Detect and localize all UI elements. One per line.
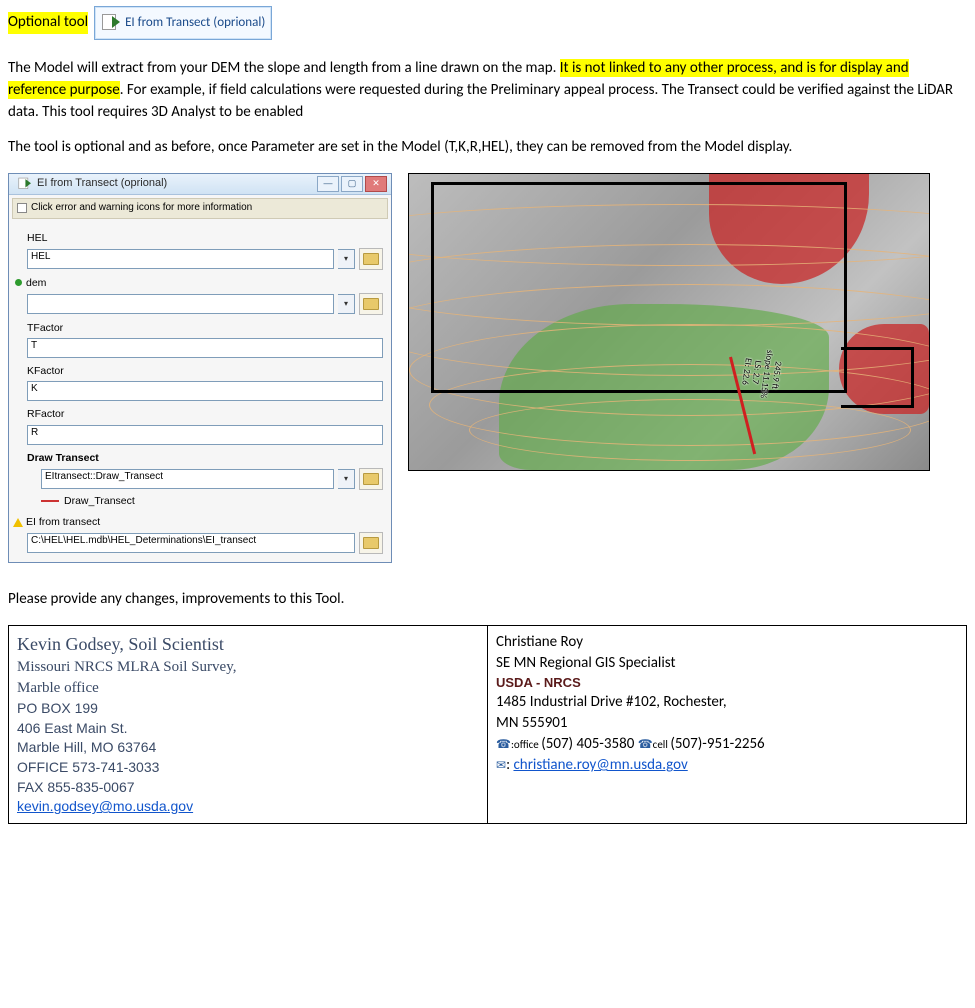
draw-transect-sublabel: Draw_Transect bbox=[64, 494, 135, 509]
ei-from-transect-tool-button[interactable]: EI from Transect (oprional) bbox=[94, 6, 272, 40]
contact-left-org1: Missouri NRCS MLRA Soil Survey, bbox=[17, 657, 479, 678]
dem-input[interactable] bbox=[27, 294, 334, 314]
phone-icon: ☎ bbox=[496, 738, 511, 752]
close-button[interactable]: ✕ bbox=[365, 176, 387, 192]
contact-left-org2: Marble office bbox=[17, 678, 479, 699]
maximize-button[interactable]: ▢ bbox=[341, 176, 363, 192]
optional-tool-label: Optional tool bbox=[8, 12, 88, 34]
contact-right-addr1: 1485 Industrial Drive #102, Rochester, bbox=[496, 692, 958, 713]
p1-pre: The Model will extract from your DEM the… bbox=[8, 59, 560, 77]
warning-icon bbox=[13, 518, 23, 527]
contact-right-email-row: ✉: christiane.roy@mn.usda.gov bbox=[496, 755, 958, 776]
folder-icon bbox=[363, 253, 379, 265]
hel-label: HEL bbox=[27, 231, 383, 246]
ei-transect-icon bbox=[16, 177, 31, 191]
contact-right-office-phone: (507) 405-3580 bbox=[541, 735, 634, 753]
dialog-title-text: EI from Transect (oprional) bbox=[37, 176, 167, 192]
ei-output-browse-button[interactable] bbox=[359, 532, 383, 554]
map-preview: 245.9 ft slope 11.15% LS: 2.7 EI: 22.6 bbox=[408, 173, 930, 471]
hel-browse-button[interactable] bbox=[359, 248, 383, 270]
optional-tool-row: Optional tool EI from Transect (oprional… bbox=[8, 6, 967, 40]
dialog-hint-text: Click error and warning icons for more i… bbox=[31, 201, 252, 216]
dem-browse-button[interactable] bbox=[359, 293, 383, 315]
ei-transect-dialog: EI from Transect (oprional) — ▢ ✕ Click … bbox=[8, 173, 392, 563]
tool-button-label: EI from Transect (oprional) bbox=[125, 14, 265, 33]
kfactor-input[interactable]: K bbox=[27, 381, 383, 401]
contact-right-email-link[interactable]: christiane.roy@mn.usda.gov bbox=[513, 756, 687, 774]
kfactor-label: KFactor bbox=[27, 364, 383, 379]
contacts-table: Kevin Godsey, Soil Scientist Missouri NR… bbox=[8, 625, 967, 824]
rfactor-label: RFactor bbox=[27, 407, 383, 422]
hel-dropdown-button[interactable]: ▾ bbox=[338, 249, 355, 269]
contact-right-phones: ☎:office (507) 405-3580 ☎cell (507)-951-… bbox=[496, 734, 958, 755]
rfactor-input[interactable]: R bbox=[27, 425, 383, 445]
contact-left-name: Kevin Godsey, Soil Scientist bbox=[17, 632, 479, 657]
draw-transect-input[interactable]: EItransect::Draw_Transect bbox=[41, 469, 334, 489]
draw-transect-dropdown-button[interactable]: ▾ bbox=[338, 469, 355, 489]
folder-icon bbox=[363, 537, 379, 549]
draw-transect-legend-row: Draw_Transect bbox=[41, 494, 383, 509]
contact-left-office: OFFICE 573-741-3033 bbox=[17, 758, 479, 778]
ei-transect-icon bbox=[99, 13, 121, 33]
ei-output-label: EI from transect bbox=[27, 515, 383, 530]
contact-right-cell: Christiane Roy SE MN Regional GIS Specia… bbox=[488, 626, 967, 824]
dem-label: dem bbox=[27, 276, 383, 291]
figures-row: EI from Transect (oprional) — ▢ ✕ Click … bbox=[8, 173, 967, 563]
status-ok-icon bbox=[15, 279, 22, 286]
contact-left-citystate: Marble Hill, MO 63764 bbox=[17, 738, 479, 758]
tfactor-label: TFactor bbox=[27, 321, 383, 336]
contact-left-street: 406 East Main St. bbox=[17, 719, 479, 739]
contact-right-title: SE MN Regional GIS Specialist bbox=[496, 653, 958, 674]
mail-icon: ✉ bbox=[496, 759, 506, 773]
hel-input[interactable]: HEL bbox=[27, 249, 334, 269]
tfactor-input[interactable]: T bbox=[27, 338, 383, 358]
dialog-hint-bar[interactable]: Click error and warning icons for more i… bbox=[12, 198, 388, 219]
contact-right-cell-phone: (507)-951-2256 bbox=[670, 735, 764, 753]
minimize-button[interactable]: — bbox=[317, 176, 339, 192]
folder-icon bbox=[363, 298, 379, 310]
folder-icon bbox=[363, 473, 379, 485]
paragraph-1: The Model will extract from your DEM the… bbox=[8, 58, 967, 123]
dem-dropdown-button[interactable]: ▾ bbox=[338, 294, 355, 314]
transect-annotation: 245.9 ft slope 11.15% LS: 2.7 EI: 22.6 bbox=[738, 346, 784, 400]
p1-post: . For example, if field calculations wer… bbox=[8, 81, 953, 121]
draw-transect-browse-button[interactable] bbox=[359, 468, 383, 490]
ei-output-input[interactable]: C:\HEL\HEL.mdb\HEL_Determinations\EI_tra… bbox=[27, 533, 355, 553]
contact-right-addr2: MN 555901 bbox=[496, 713, 958, 734]
contact-right-name: Christiane Roy bbox=[496, 632, 958, 653]
dialog-titlebar[interactable]: EI from Transect (oprional) — ▢ ✕ bbox=[9, 174, 391, 195]
contact-left-po: PO BOX 199 bbox=[17, 699, 479, 719]
phone-icon: ☎ bbox=[638, 738, 653, 752]
paragraph-3: Please provide any changes, improvements… bbox=[8, 589, 967, 611]
contact-left-email-link[interactable]: kevin.godsey@mo.usda.gov bbox=[17, 798, 193, 814]
draw-transect-label: Draw Transect bbox=[27, 451, 383, 466]
contact-left-fax: FAX 855-835-0067 bbox=[17, 778, 479, 798]
expand-icon bbox=[17, 203, 27, 213]
paragraph-2: The tool is optional and as before, once… bbox=[8, 137, 967, 159]
contact-left-cell: Kevin Godsey, Soil Scientist Missouri NR… bbox=[9, 626, 488, 824]
contact-right-agency: USDA - NRCS bbox=[496, 674, 958, 692]
transect-symbol-icon bbox=[41, 500, 59, 502]
